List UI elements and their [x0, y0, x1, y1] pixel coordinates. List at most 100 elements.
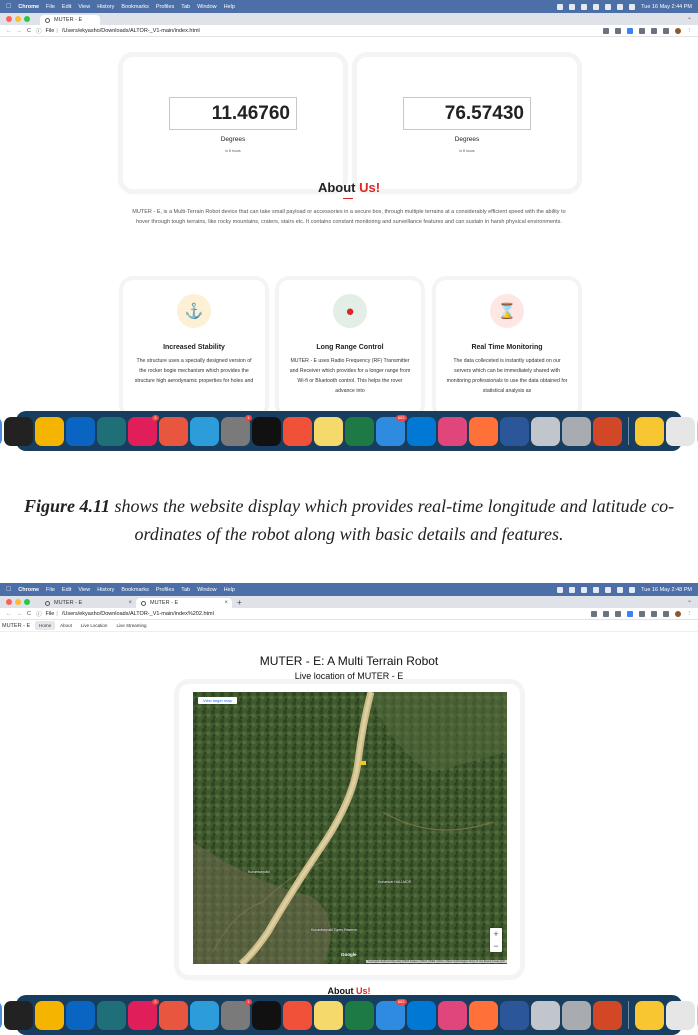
excel-icon[interactable]	[344, 416, 374, 446]
new-tab-button[interactable]: +	[237, 598, 242, 608]
menu-app-name[interactable]: Chrome	[18, 587, 39, 593]
status-icon[interactable]	[593, 3, 600, 10]
status-icon[interactable]	[557, 586, 564, 593]
zoom-in-button[interactable]: +	[490, 928, 502, 940]
font-book-icon[interactable]	[561, 416, 591, 446]
apple-icon[interactable]: 	[6, 3, 11, 10]
slack-icon[interactable]: 3	[127, 998, 159, 1030]
menu-clock[interactable]: Tue 16 May 2:48 PM	[641, 587, 692, 593]
powerpoint-icon[interactable]	[592, 1000, 622, 1030]
outlook-icon[interactable]	[65, 416, 95, 446]
chrome-icon[interactable]	[34, 1000, 64, 1030]
preview-icon[interactable]	[530, 416, 560, 446]
nav-link-live-streaming[interactable]: Live Streaming	[112, 621, 150, 630]
menu-bookmarks[interactable]: Bookmarks	[121, 4, 149, 10]
minimize-window-button[interactable]	[15, 599, 21, 605]
menu-clock[interactable]: Tue 16 May 2:44 PM	[641, 4, 692, 10]
zoom-window-button[interactable]	[24, 599, 30, 605]
menu-help[interactable]: Help	[224, 587, 235, 593]
font-book-icon[interactable]	[561, 1000, 591, 1030]
tab-search-chevron-icon[interactable]: ⌄	[687, 597, 692, 604]
firefox-icon[interactable]	[468, 1000, 498, 1030]
swift-icon[interactable]	[282, 416, 312, 446]
vscode-icon[interactable]	[406, 1000, 436, 1030]
vscode-icon[interactable]	[406, 416, 436, 446]
menu-app-name[interactable]: Chrome	[18, 4, 39, 10]
wifi-icon[interactable]	[605, 3, 612, 10]
share-icon[interactable]	[602, 27, 609, 34]
extension-icon[interactable]	[626, 27, 633, 34]
mail-icon[interactable]: 602	[375, 414, 407, 446]
menu-file[interactable]: File	[46, 587, 55, 593]
menu-file[interactable]: File	[46, 4, 55, 10]
control-center-icon[interactable]	[629, 3, 636, 10]
more-menu-icon[interactable]: ⋮	[687, 28, 693, 34]
perplexity-icon[interactable]	[96, 416, 126, 446]
terminal-icon[interactable]	[251, 1000, 281, 1030]
reload-icon[interactable]: C	[27, 611, 31, 617]
back-arrow-icon[interactable]: ←	[6, 611, 12, 617]
system-preferences-icon[interactable]: 1	[220, 998, 252, 1030]
sidebar-icon[interactable]	[662, 610, 669, 617]
amazon-icon[interactable]	[3, 416, 33, 446]
nav-link-live-location[interactable]: Live Location	[77, 621, 112, 630]
menu-view[interactable]: View	[78, 587, 90, 593]
profile-avatar[interactable]	[674, 27, 681, 34]
word-icon[interactable]	[499, 416, 529, 446]
status-icon[interactable]	[593, 586, 600, 593]
mail-icon[interactable]: 602	[375, 998, 407, 1030]
word-icon[interactable]	[499, 1000, 529, 1030]
map-attribution[interactable]: Keyboard shortcuts Map data ©2023 Imager…	[366, 960, 507, 963]
menu-profiles[interactable]: Profiles	[156, 4, 174, 10]
share-icon[interactable]	[602, 610, 609, 617]
sidebar-icon[interactable]	[662, 27, 669, 34]
intellij-icon[interactable]	[437, 1000, 467, 1030]
close-tab-icon[interactable]: ×	[224, 600, 228, 606]
close-tab-icon[interactable]: ×	[128, 600, 132, 606]
status-icon[interactable]	[581, 3, 588, 10]
safari-icon[interactable]	[189, 1000, 219, 1030]
preview-icon[interactable]	[530, 1000, 560, 1030]
menu-bookmarks[interactable]: Bookmarks	[121, 587, 149, 593]
chrome-icon[interactable]	[34, 416, 64, 446]
control-center-icon[interactable]	[629, 586, 636, 593]
nav-link-about[interactable]: About	[56, 621, 76, 630]
menu-view[interactable]: View	[78, 4, 90, 10]
menu-edit[interactable]: Edit	[62, 587, 71, 593]
perplexity-icon[interactable]	[96, 1000, 126, 1030]
tasks-icon[interactable]	[158, 416, 188, 446]
info-icon[interactable]: ⓘ	[36, 27, 42, 35]
info-icon[interactable]: ⓘ	[36, 610, 42, 618]
tab-search-chevron-icon[interactable]: ⌄	[687, 14, 692, 21]
extension-icon[interactable]	[638, 27, 645, 34]
bookmark-star-icon[interactable]	[614, 610, 621, 617]
forward-arrow-icon[interactable]: →	[17, 28, 23, 34]
close-window-button[interactable]	[6, 599, 12, 605]
status-icon[interactable]	[569, 3, 576, 10]
safari-icon[interactable]	[189, 416, 219, 446]
status-icon[interactable]	[569, 586, 576, 593]
search-icon[interactable]	[617, 3, 624, 10]
finder-icon[interactable]	[0, 1000, 2, 1030]
menu-tab[interactable]: Tab	[181, 587, 190, 593]
tasks-icon[interactable]	[158, 1000, 188, 1030]
file-icon[interactable]	[665, 416, 695, 446]
reload-icon[interactable]: C	[27, 28, 31, 34]
powerpoint-icon[interactable]	[592, 416, 622, 446]
menu-window[interactable]: Window	[197, 587, 217, 593]
view-larger-map-button[interactable]: View larger map	[198, 697, 237, 704]
extension-icon[interactable]	[638, 610, 645, 617]
mascot-icon[interactable]	[634, 416, 664, 446]
swift-icon[interactable]	[282, 1000, 312, 1030]
finder-icon[interactable]	[0, 416, 2, 446]
navbar-brand[interactable]: MUTER - E	[2, 623, 30, 629]
menu-edit[interactable]: Edit	[62, 4, 71, 10]
terminal-icon[interactable]	[251, 416, 281, 446]
satellite-map[interactable]: View larger map Kurumbarpalli Kurumbar H…	[193, 692, 507, 964]
notes-icon[interactable]	[313, 1000, 343, 1030]
menu-history[interactable]: History	[97, 587, 114, 593]
file-icon[interactable]	[665, 1000, 695, 1030]
more-menu-icon[interactable]: ⋮	[687, 611, 693, 617]
status-icon[interactable]	[557, 3, 564, 10]
bookmark-star-icon[interactable]	[614, 27, 621, 34]
